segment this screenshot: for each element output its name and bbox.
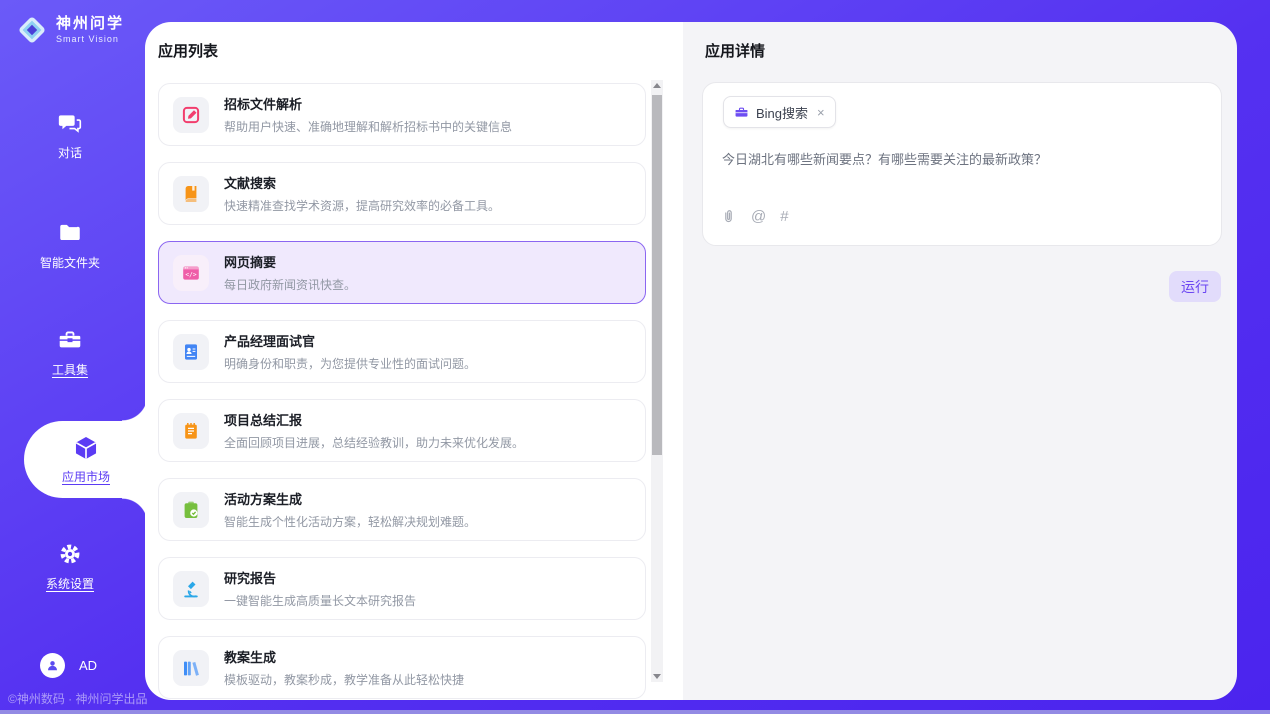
app-card-text: 网页摘要每日政府新闻资讯快查。 [224, 252, 356, 293]
books-icon [173, 650, 209, 686]
sidebar-item-system-settings[interactable]: 系统设置 [0, 541, 140, 592]
app-card[interactable]: 招标文件解析帮助用户快速、准确地理解和解析招标书中的关键信息 [158, 83, 646, 146]
svg-text:</>: </> [185, 271, 196, 278]
brand-logo: 神州问学 Smart Vision [15, 13, 124, 47]
sidebar-item-toolset[interactable]: 工具集 [0, 327, 140, 378]
sidebar-item-label: 智能文件夹 [40, 254, 100, 271]
window-bottom-edge [0, 710, 1270, 714]
app-card-title: 教案生成 [224, 647, 464, 666]
query-text[interactable]: 今日湖北有哪些新闻要点？有哪些需要关注的最新政策？ [722, 149, 1203, 168]
sidebar-item-label: 对话 [58, 144, 82, 161]
app-card-description: 明确身份和职责，为您提供专业性的面试问题。 [224, 355, 476, 372]
app-card-text: 项目总结汇报全面回顾项目进展，总结经验教训，助力未来优化发展。 [224, 410, 524, 451]
clipboard-check-icon [173, 492, 209, 528]
app-card-text: 招标文件解析帮助用户快速、准确地理解和解析招标书中的关键信息 [224, 94, 512, 135]
main-panel: 应用列表 招标文件解析帮助用户快速、准确地理解和解析招标书中的关键信息文献搜索快… [145, 22, 1237, 700]
app-card-title: 研究报告 [224, 568, 416, 587]
at-icon[interactable]: @ [751, 209, 766, 224]
gear-icon [57, 541, 83, 567]
app-card[interactable]: </> 网页摘要每日政府新闻资讯快查。 [158, 241, 646, 304]
paperclip-icon[interactable] [720, 208, 737, 225]
chip-close-icon[interactable]: × [817, 105, 825, 120]
briefcase-icon [734, 105, 749, 120]
sidebar-item-chat[interactable]: 对话 [0, 110, 140, 161]
browser-code-icon: </> [173, 255, 209, 291]
book-icon [173, 176, 209, 212]
notepad-icon [173, 413, 209, 449]
app-card[interactable]: 研究报告一键智能生成高质量长文本研究报告 [158, 557, 646, 620]
app-card-text: 教案生成模板驱动，教案秒成，教学准备从此轻松快捷 [224, 647, 464, 688]
user-initials: AD [79, 658, 97, 673]
scroll-up-arrow-icon[interactable] [653, 83, 661, 88]
sidebar-item-smart-folder[interactable]: 智能文件夹 [0, 220, 140, 271]
app-card-description: 智能生成个性化活动方案，轻松解决规划难题。 [224, 513, 476, 530]
resume-icon [173, 334, 209, 370]
copyright-text: ©神州数码 · 神州问学出品 [8, 690, 148, 707]
app-card-description: 帮助用户快速、准确地理解和解析招标书中的关键信息 [224, 118, 512, 135]
tool-chip-bing[interactable]: Bing搜索 × [723, 96, 836, 128]
app-card[interactable]: 文献搜索快速精准查找学术资源，提高研究效率的必备工具。 [158, 162, 646, 225]
app-card-text: 活动方案生成智能生成个性化活动方案，轻松解决规划难题。 [224, 489, 476, 530]
sidebar-item-label: 系统设置 [46, 575, 94, 592]
app-card-title: 项目总结汇报 [224, 410, 524, 429]
sidebar: 神州问学 Smart Vision 对话智能文件夹工具集应用市场系统设置 AD … [0, 0, 140, 714]
brand-subtitle: Smart Vision [56, 34, 124, 44]
app-card-title: 产品经理面试官 [224, 331, 476, 350]
app-card-description: 每日政府新闻资讯快查。 [224, 276, 356, 293]
app-card-description: 快速精准查找学术资源，提高研究效率的必备工具。 [224, 197, 500, 214]
app-card-title: 文献搜索 [224, 173, 500, 192]
app-card-description: 模板驱动，教案秒成，教学准备从此轻松快捷 [224, 671, 464, 688]
app-card-text: 文献搜索快速精准查找学术资源，提高研究效率的必备工具。 [224, 173, 500, 214]
app-card[interactable]: 教案生成模板驱动，教案秒成，教学准备从此轻松快捷 [158, 636, 646, 699]
hash-icon[interactable]: # [780, 209, 788, 224]
toolbox-icon [57, 327, 83, 353]
avatar [40, 653, 65, 678]
app-card-text: 产品经理面试官明确身份和职责，为您提供专业性的面试问题。 [224, 331, 476, 372]
app-list-pane: 应用列表 招标文件解析帮助用户快速、准确地理解和解析招标书中的关键信息文献搜索快… [145, 22, 683, 700]
app-card[interactable]: 活动方案生成智能生成个性化活动方案，轻松解决规划难题。 [158, 478, 646, 541]
brand-logo-icon [15, 13, 49, 47]
tool-chip-label: Bing搜索 [756, 103, 808, 122]
microscope-icon [173, 571, 209, 607]
scrollbar-thumb[interactable] [652, 95, 662, 455]
app-list: 招标文件解析帮助用户快速、准确地理解和解析招标书中的关键信息文献搜索快速精准查找… [158, 83, 646, 699]
user-chip[interactable]: AD [40, 653, 97, 678]
sidebar-item-label: 应用市场 [62, 468, 110, 485]
folder-icon [57, 220, 83, 246]
app-card-description: 全面回顾项目进展，总结经验教训，助力未来优化发展。 [224, 434, 524, 451]
app-card-title: 网页摘要 [224, 252, 356, 271]
app-card[interactable]: 产品经理面试官明确身份和职责，为您提供专业性的面试问题。 [158, 320, 646, 383]
run-button[interactable]: 运行 [1169, 271, 1221, 302]
app-detail-title: 应用详情 [705, 40, 765, 61]
app-list-scrollbar[interactable] [651, 80, 663, 682]
chat-icon [57, 110, 83, 136]
sidebar-item-app-market[interactable]: 应用市场 [24, 421, 148, 498]
cube-icon [72, 435, 100, 461]
composer-card: Bing搜索 × 今日湖北有哪些新闻要点？有哪些需要关注的最新政策？ @ # [702, 82, 1222, 246]
brand-name: 神州问学 [56, 16, 124, 33]
doc-edit-icon [173, 97, 209, 133]
app-card-title: 活动方案生成 [224, 489, 476, 508]
app-card-title: 招标文件解析 [224, 94, 512, 113]
app-card-text: 研究报告一键智能生成高质量长文本研究报告 [224, 568, 416, 609]
app-detail-pane: 应用详情 Bing搜索 × 今日湖北有哪些新闻要点？有哪些需要关注的最新政策？ … [683, 22, 1237, 700]
composer-toolbar: @ # [720, 208, 789, 225]
app-list-title: 应用列表 [158, 40, 218, 61]
app-card[interactable]: 项目总结汇报全面回顾项目进展，总结经验教训，助力未来优化发展。 [158, 399, 646, 462]
app-card-description: 一键智能生成高质量长文本研究报告 [224, 592, 416, 609]
brand-text: 神州问学 Smart Vision [56, 16, 124, 45]
scroll-down-arrow-icon[interactable] [653, 674, 661, 679]
sidebar-item-label: 工具集 [52, 361, 88, 378]
